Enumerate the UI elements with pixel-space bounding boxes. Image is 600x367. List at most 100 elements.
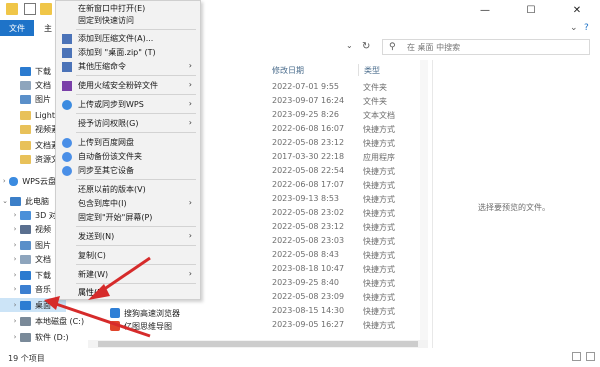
menu-item-other-compress[interactable]: 其他压缩命令 › <box>56 59 200 74</box>
table-row[interactable]: 2023-09-07 16:24 文件夹 <box>270 96 430 108</box>
file-name-sogou[interactable]: 搜狗高速浏览器 <box>110 307 180 319</box>
tab-file[interactable]: 文件 <box>0 20 34 36</box>
date-cell: 2023-09-05 16:27 <box>272 320 345 329</box>
sidebar-item-label: 视频 <box>35 224 51 234</box>
table-row[interactable]: 2017-03-30 22:18 应用程序 <box>270 152 430 164</box>
table-row[interactable]: 2022-06-08 16:07 快捷方式 <box>270 124 430 136</box>
column-header-modified[interactable]: 修改日期 <box>272 62 304 78</box>
chevron-right-icon[interactable]: › <box>10 285 20 293</box>
folder-icon[interactable] <box>6 3 18 15</box>
table-row[interactable]: 2023-09-25 8:26 文本文档 <box>270 110 430 122</box>
chevron-right-icon[interactable]: › <box>10 301 20 309</box>
type-cell: 快捷方式 <box>363 237 395 246</box>
tab-home[interactable]: 主 <box>44 20 52 36</box>
table-row[interactable]: 2022-07-01 9:55 文件夹 <box>270 82 430 94</box>
menu-item-pin-start[interactable]: 固定到"开始"屏幕(P) <box>56 210 200 225</box>
menu-item-pin-quick-access[interactable]: 固定到快速访问 <box>56 13 200 28</box>
table-row[interactable]: 2022-05-08 23:12 快捷方式 <box>270 222 430 234</box>
menu-item-baidu-backup[interactable]: 自动备份该文件夹 <box>56 149 200 164</box>
new-folder-icon[interactable] <box>40 3 52 15</box>
table-row[interactable]: 2022-06-08 17:07 快捷方式 <box>270 180 430 192</box>
properties-icon[interactable] <box>24 3 36 15</box>
menu-item-new[interactable]: 新建(W) › <box>56 267 200 282</box>
scrollbar-thumb[interactable] <box>98 341 418 347</box>
vertical-scrollbar[interactable] <box>420 60 428 340</box>
table-row[interactable]: 2022-05-08 22:54 快捷方式 <box>270 166 430 178</box>
chevron-right-icon[interactable]: › <box>10 317 20 325</box>
column-header-type[interactable]: 类型 <box>364 62 380 78</box>
menu-item-send-to[interactable]: 发送到(N) › <box>56 229 200 244</box>
refresh-icon[interactable]: ↻ <box>362 41 370 52</box>
column-separator[interactable] <box>358 64 359 76</box>
menu-item-wps-sync[interactable]: 上传或同步到WPS › <box>56 97 200 112</box>
large-icons-view-icon[interactable] <box>586 352 595 361</box>
chevron-down-icon[interactable]: ⌄ <box>346 41 353 50</box>
archive-icon <box>62 48 72 58</box>
type-cell: 快捷方式 <box>363 293 395 302</box>
help-icon[interactable]: ? <box>584 20 589 36</box>
table-row[interactable]: 2022-05-08 8:43 快捷方式 <box>270 250 430 262</box>
chevron-down-icon[interactable]: ⌄ <box>570 20 578 36</box>
close-button[interactable]: ✕ <box>554 0 600 20</box>
sidebar-item-drive-d[interactable]: › 软件 (D:) <box>0 330 100 344</box>
chevron-right-icon[interactable]: › <box>10 333 20 341</box>
type-cell: 文件夹 <box>363 97 387 106</box>
type-cell: 快捷方式 <box>363 321 395 330</box>
menu-item-add-zip[interactable]: 添加到 "桌面.zip" (T) <box>56 45 200 60</box>
table-row[interactable]: 2023-09-25 8:40 快捷方式 <box>270 278 430 290</box>
document-icon <box>20 254 31 264</box>
menu-separator <box>76 283 196 284</box>
table-row[interactable]: 2022-05-08 23:02 快捷方式 <box>270 208 430 220</box>
table-row[interactable]: 2022-05-08 23:03 快捷方式 <box>270 236 430 248</box>
menu-separator <box>76 179 196 180</box>
menu-item-restore-versions[interactable]: 还原以前的版本(V) <box>56 182 200 197</box>
maximize-button[interactable]: ☐ <box>508 0 554 20</box>
search-input[interactable]: ⚲ 在 桌面 中搜索 <box>382 39 590 55</box>
chevron-right-icon[interactable]: › <box>10 255 20 263</box>
menu-item-baidu-sync[interactable]: 同步至其它设备 <box>56 163 200 178</box>
mindmap-icon <box>110 321 120 331</box>
preview-divider[interactable] <box>432 60 433 352</box>
table-row[interactable]: 2023-09-05 16:27 快捷方式 <box>270 320 430 332</box>
chevron-right-icon[interactable]: › <box>0 177 9 185</box>
table-row[interactable]: 2022-05-08 23:09 快捷方式 <box>270 292 430 304</box>
chevron-down-icon[interactable]: ⌄ <box>0 197 10 205</box>
document-icon <box>20 80 31 90</box>
sidebar-item-wps-cloud[interactable]: › WPS云盘 <box>0 174 56 188</box>
chevron-right-icon[interactable]: › <box>10 271 20 279</box>
details-view-icon[interactable] <box>572 352 581 361</box>
menu-item-baidu-upload[interactable]: 上传到百度网盘 <box>56 135 200 150</box>
minimize-button[interactable]: — <box>462 0 508 20</box>
table-row[interactable]: 2022-05-08 23:12 快捷方式 <box>270 138 430 150</box>
menu-separator <box>76 245 196 246</box>
menu-item-huorong-shred[interactable]: 使用火绒安全粉碎文件 › <box>56 78 200 93</box>
folder-icon <box>20 154 31 164</box>
file-name-edraw[interactable]: 亿图思维导图 <box>110 320 172 332</box>
menu-separator <box>76 132 196 133</box>
music-icon <box>20 284 31 294</box>
date-cell: 2022-05-08 23:12 <box>272 222 345 231</box>
menu-separator <box>76 94 196 95</box>
chevron-right-icon[interactable]: › <box>10 241 20 249</box>
menu-item-add-archive[interactable]: 添加到压缩文件(A)... <box>56 31 200 46</box>
table-row[interactable]: 2023-08-18 10:47 快捷方式 <box>270 264 430 276</box>
sidebar-item-desktop[interactable]: › 桌面 <box>0 298 66 312</box>
chevron-right-icon[interactable]: › <box>10 225 20 233</box>
type-cell: 快捷方式 <box>363 265 395 274</box>
menu-item-copy[interactable]: 复制(C) <box>56 248 200 263</box>
menu-item-properties[interactable]: 属性(R) <box>56 285 200 300</box>
sidebar-item-drive-c[interactable]: › 本地磁盘 (C:) <box>0 314 100 328</box>
date-cell: 2022-05-08 8:43 <box>272 250 339 259</box>
sidebar-item-this-pc[interactable]: ⌄ 此电脑 <box>0 194 56 208</box>
sidebar-item-label: 下载 <box>35 270 51 280</box>
menu-item-include-library[interactable]: 包含到库中(I) › <box>56 196 200 211</box>
horizontal-scrollbar[interactable] <box>88 340 428 348</box>
menu-item-grant-access[interactable]: 授予访问权限(G) › <box>56 116 200 131</box>
table-row[interactable]: 2023-08-15 14:30 快捷方式 <box>270 306 430 318</box>
type-cell: 快捷方式 <box>363 223 395 232</box>
picture-icon <box>20 94 31 104</box>
date-cell: 2022-05-08 22:54 <box>272 166 345 175</box>
date-cell: 2022-06-08 17:07 <box>272 180 345 189</box>
chevron-right-icon[interactable]: › <box>10 211 20 219</box>
table-row[interactable]: 2023-09-13 8:53 快捷方式 <box>270 194 430 206</box>
